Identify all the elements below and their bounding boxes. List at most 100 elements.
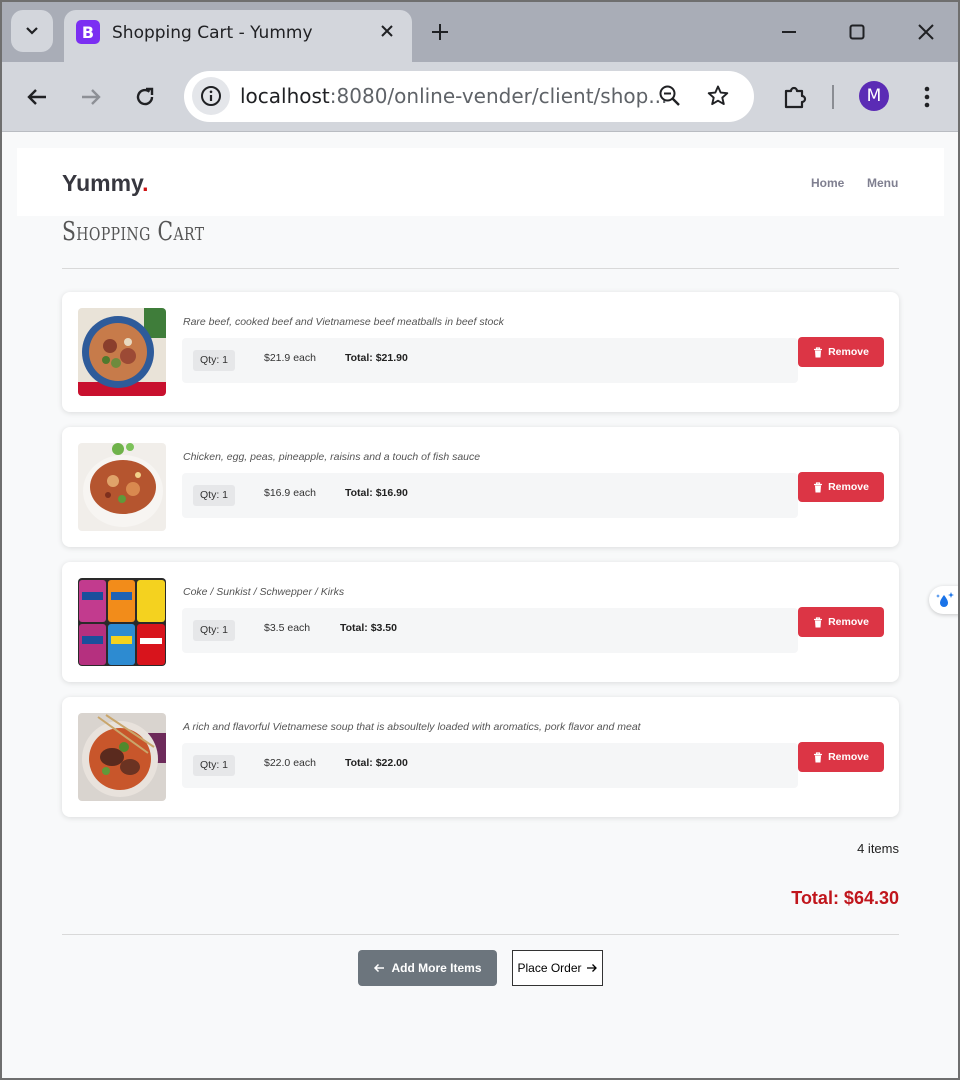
item-info-box: Qty: 1 $16.9 each Total: $16.90 [182,473,798,518]
item-unit-price: $3.5 each [264,622,311,634]
remove-label: Remove [828,751,869,763]
beef-noodle-soup-image [78,713,166,801]
item-quantity-badge: Qty: 1 [193,620,236,641]
remove-label: Remove [828,481,869,493]
close-icon [918,24,934,40]
extensions-button[interactable] [778,80,812,114]
reload-button[interactable] [128,80,162,114]
logo-dot: . [142,170,149,196]
remove-item-button[interactable]: Remove [798,337,884,367]
site-info-button[interactable] [192,77,230,115]
new-tab-button[interactable] [426,18,454,46]
chevron-down-icon [26,27,38,35]
forward-button[interactable] [74,80,108,114]
remove-label: Remove [828,616,869,628]
back-button[interactable] [20,80,54,114]
item-unit-price: $21.9 each [264,352,316,364]
browser-menu-button[interactable] [912,80,942,114]
item-description: Rare beef, cooked beef and Vietnamese be… [183,316,504,328]
toolbar-divider [832,85,834,109]
reload-icon [136,87,154,106]
zoom-out-icon [659,85,680,106]
tab-search-button[interactable] [11,10,53,52]
tab-strip: B Shopping Cart - Yummy [2,2,958,62]
plus-icon [432,24,448,40]
item-description: A rich and flavorful Vietnamese soup tha… [183,721,641,733]
remove-item-button[interactable]: Remove [798,607,884,637]
zoom-button[interactable] [656,82,684,110]
side-assistant-button[interactable] [929,586,958,614]
url-text[interactable]: localhost:8080/online-vender/client/shop… [240,84,667,108]
item-total: Total: $21.90 [345,352,408,364]
remove-item-button[interactable]: Remove [798,742,884,772]
cart-items-count: 4 items [857,841,899,856]
item-description: Coke / Sunkist / Schwepper / Kirks [183,586,345,598]
item-quantity-badge: Qty: 1 [193,755,236,776]
sparkle-drop-icon [936,592,954,607]
tab-title: Shopping Cart - Yummy [112,23,313,43]
item-total: Total: $3.50 [340,622,397,634]
place-order-label: Place Order [517,961,582,975]
nav-home-link[interactable]: Home [811,176,844,190]
active-tab[interactable]: B Shopping Cart - Yummy [64,10,412,62]
item-quantity-badge: Qty: 1 [193,350,236,371]
logo-text: Yummy [62,170,143,196]
url-host: localhost [240,84,330,108]
minimize-button[interactable] [772,16,806,48]
puzzle-piece-icon [784,86,807,109]
bootstrap-favicon-icon: B [76,20,100,44]
close-icon [381,25,393,37]
item-unit-price: $16.9 each [264,487,316,499]
trash-icon [814,481,823,492]
page-title: Shopping Cart [62,217,205,247]
item-unit-price: $22.0 each [264,757,316,769]
page-viewport: Yummy. Home Menu Shopping Cart Rare beef… [2,133,958,1078]
arrow-left-icon [27,89,46,105]
footer-divider [62,934,899,935]
item-info-box: Qty: 1 $22.0 each Total: $22.00 [182,743,798,788]
star-icon [707,85,729,106]
arrow-left-icon [374,963,385,973]
browser-toolbar: localhost:8080/online-vender/client/shop… [2,62,958,132]
maximize-icon [849,24,865,40]
add-more-items-button[interactable]: Add More Items [358,950,497,986]
trash-icon [814,616,823,627]
cart-grand-total: Total: $64.30 [791,888,899,908]
address-bar[interactable]: localhost:8080/online-vender/client/shop… [184,71,754,122]
remove-item-button[interactable]: Remove [798,472,884,502]
profile-avatar[interactable]: M [859,81,889,111]
cart-item: Chicken, egg, peas, pineapple, raisins a… [62,427,899,547]
item-total: Total: $22.00 [345,757,408,769]
cart-item: Rare beef, cooked beef and Vietnamese be… [62,292,899,412]
url-path: :8080/online-vender/client/shop... [329,84,668,108]
site-logo[interactable]: Yummy. [62,170,149,197]
bookmark-button[interactable] [704,82,732,110]
place-order-button[interactable]: Place Order [512,950,603,986]
tab-close-button[interactable] [376,20,398,42]
minimize-icon [782,31,796,33]
soft-drink-cans-image [78,578,166,666]
fried-rice-bowl-image [78,443,166,531]
nav-menu-link[interactable]: Menu [867,176,898,190]
item-quantity-badge: Qty: 1 [193,485,236,506]
item-info-box: Qty: 1 $21.9 each Total: $21.90 [182,338,798,383]
pho-bowl-image [78,308,166,396]
add-more-items-label: Add More Items [391,961,482,975]
browser-window: B Shopping Cart - Yummy localhost:8080/o… [0,0,960,1080]
item-total: Total: $16.90 [345,487,408,499]
item-description: Chicken, egg, peas, pineapple, raisins a… [183,451,481,463]
cart-item: A rich and flavorful Vietnamese soup tha… [62,697,899,817]
arrow-right-icon [586,964,597,972]
trash-icon [814,346,823,357]
kebab-menu-icon [924,86,930,108]
info-icon [201,86,221,106]
site-header: Yummy. Home Menu [17,148,944,216]
maximize-button[interactable] [840,16,874,48]
cart-item: Coke / Sunkist / Schwepper / Kirks Qty: … [62,562,899,682]
title-divider [62,268,899,269]
window-close-button[interactable] [909,16,943,48]
trash-icon [814,751,823,762]
remove-label: Remove [828,346,869,358]
item-info-box: Qty: 1 $3.5 each Total: $3.50 [182,608,798,653]
arrow-right-icon [82,89,101,105]
